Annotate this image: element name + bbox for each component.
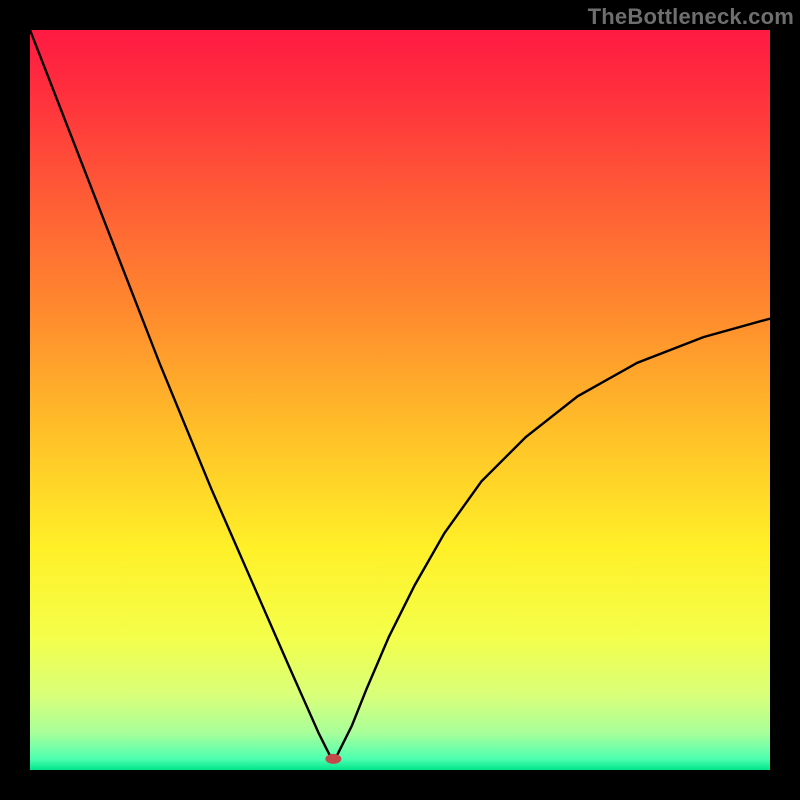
chart-frame	[30, 30, 770, 770]
chart-svg	[30, 30, 770, 770]
watermark-text: TheBottleneck.com	[588, 4, 794, 30]
min-point-marker	[325, 754, 341, 764]
chart-background	[30, 30, 770, 770]
